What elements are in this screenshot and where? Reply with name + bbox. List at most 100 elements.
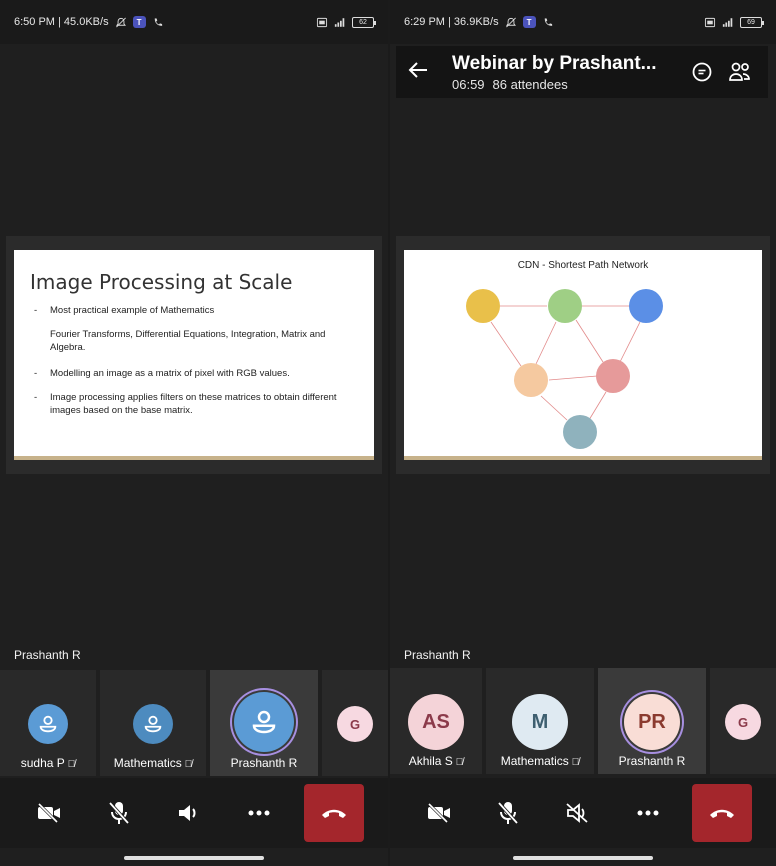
edge	[490, 321, 522, 367]
meeting-header: Webinar by Prashant... 06:59 86 attendees	[396, 46, 768, 98]
slide-bottom-bar	[14, 456, 374, 460]
hang-up-icon	[710, 809, 735, 818]
participant-strip[interactable]: sudha P 🎙̸ Mathematics 🎙̸ Prashanth R G	[0, 670, 388, 776]
participant-label: Mathematics 🎙̸	[113, 756, 193, 770]
signal-icon	[334, 17, 345, 27]
avatar: M	[512, 694, 568, 750]
avatar	[28, 704, 68, 744]
edge	[540, 395, 568, 421]
shared-screen: Image Processing at Scale - Most practic…	[6, 236, 382, 474]
meeting-duration: 06:59	[452, 76, 485, 92]
mic-off-icon	[498, 801, 519, 825]
avatar: PR	[624, 694, 680, 750]
edge	[575, 319, 604, 363]
mic-toggle-button[interactable]	[94, 788, 144, 838]
participant-label: Mathematics 🎙̸	[500, 754, 580, 768]
network-diagram	[466, 289, 663, 449]
camera-toggle-button[interactable]	[414, 788, 464, 838]
chat-button[interactable]	[686, 56, 718, 88]
participant-label: sudha P 🎙̸	[20, 756, 76, 770]
slide-bullet: - Image processing applies filters on th…	[34, 392, 337, 416]
active-speaker-name: Prashanth R	[14, 648, 81, 662]
participant-tile[interactable]: G	[710, 668, 776, 774]
speaker-button[interactable]	[164, 788, 214, 838]
sim-icon	[316, 17, 328, 27]
phone-screen-left: 6:50 PM | 45.0KB/s T 62 Image Processing…	[0, 0, 388, 866]
edge	[535, 321, 557, 365]
node-yellow	[466, 289, 500, 323]
presentation-slide: Image Processing at Scale - Most practic…	[14, 250, 374, 456]
signal-icon	[722, 17, 733, 27]
mic-off-icon: 🎙̸	[67, 759, 76, 770]
avatar	[234, 692, 294, 752]
mic-off-icon: 🎙̸	[571, 757, 580, 768]
more-options-button[interactable]	[234, 788, 284, 838]
slide-bullet: - Modelling an image as a matrix of pixe…	[34, 368, 290, 379]
meeting-info: Webinar by Prashant... 06:59 86 attendees	[452, 53, 680, 92]
hang-up-button[interactable]	[304, 784, 364, 842]
phone-screen-right: 6:29 PM | 36.9KB/s T 69 Webinar by Prash…	[390, 0, 776, 866]
call-controls	[390, 778, 776, 848]
battery-icon: 69	[740, 16, 764, 28]
notification-off-icon	[115, 17, 126, 27]
node-red	[596, 359, 630, 393]
more-options-button[interactable]	[623, 788, 673, 838]
edge	[619, 321, 641, 363]
node-teal	[563, 415, 597, 449]
status-time: 6:29 PM | 36.9KB/s	[404, 16, 499, 28]
participant-tile[interactable]: Mathematics 🎙̸	[100, 670, 206, 776]
mic-off-icon: 🎙̸	[455, 757, 464, 768]
camera-off-icon	[37, 802, 60, 824]
node-peach	[514, 363, 548, 397]
meeting-subtitle: 06:59 86 attendees	[452, 77, 680, 92]
participant-tile-active[interactable]: PR Prashanth R	[598, 668, 706, 774]
presentation-slide: CDN - Shortest Path Network	[404, 250, 762, 456]
avatar: AS	[408, 694, 464, 750]
more-icon	[637, 810, 659, 816]
participants-button[interactable]	[724, 56, 756, 88]
slide-bullets: - Most practical example of Mathematics …	[34, 304, 354, 428]
hang-up-icon	[322, 809, 346, 818]
status-bar: 6:29 PM | 36.9KB/s T 69	[390, 0, 776, 44]
phone-icon	[544, 17, 552, 26]
participant-tile[interactable]: G	[322, 670, 388, 776]
meeting-title: Webinar by Prashant...	[452, 52, 657, 74]
node-blue	[629, 289, 663, 323]
participant-tile[interactable]: sudha P 🎙̸	[0, 670, 96, 776]
sim-icon	[704, 17, 716, 27]
arrow-left-icon	[408, 62, 427, 78]
chat-icon	[692, 62, 712, 82]
attendee-count: 86 attendees	[492, 76, 568, 92]
person-icon	[252, 710, 276, 734]
person-icon	[39, 715, 57, 733]
participant-label: Akhila S 🎙̸	[408, 754, 464, 768]
edge	[548, 375, 598, 381]
phone-icon	[154, 17, 162, 26]
status-bar: 6:50 PM | 45.0KB/s T 62	[0, 0, 388, 44]
participant-tile[interactable]: AS Akhila S 🎙̸	[390, 668, 482, 774]
avatar: G	[725, 704, 761, 740]
mic-off-icon	[108, 801, 130, 825]
participant-tile-active[interactable]: Prashanth R	[210, 670, 318, 776]
speaker-mute-button[interactable]	[553, 788, 603, 838]
mic-toggle-button[interactable]	[483, 788, 533, 838]
participant-label: Prashanth R	[230, 756, 298, 770]
edge	[588, 391, 607, 421]
slide-bullet: - Most practical example of Mathematics	[34, 305, 215, 316]
slide-note: Fourier Transforms, Differential Equatio…	[50, 329, 326, 353]
slide-title: Image Processing at Scale	[30, 270, 293, 294]
call-controls	[0, 778, 388, 848]
hang-up-button[interactable]	[692, 784, 753, 842]
home-indicator[interactable]	[513, 856, 653, 860]
camera-off-icon	[427, 802, 450, 824]
home-indicator[interactable]	[124, 856, 264, 860]
shared-screen: CDN - Shortest Path Network	[396, 236, 770, 474]
person-icon	[144, 715, 162, 733]
participant-strip[interactable]: AS Akhila S 🎙̸ M Mathematics 🎙̸ PR Prashan…	[390, 668, 776, 774]
avatar	[133, 704, 173, 744]
participant-tile[interactable]: M Mathematics 🎙̸	[486, 668, 594, 774]
slide-bottom-bar	[404, 456, 762, 460]
back-button[interactable]	[408, 59, 438, 85]
more-icon	[248, 810, 270, 816]
camera-toggle-button[interactable]	[24, 788, 74, 838]
